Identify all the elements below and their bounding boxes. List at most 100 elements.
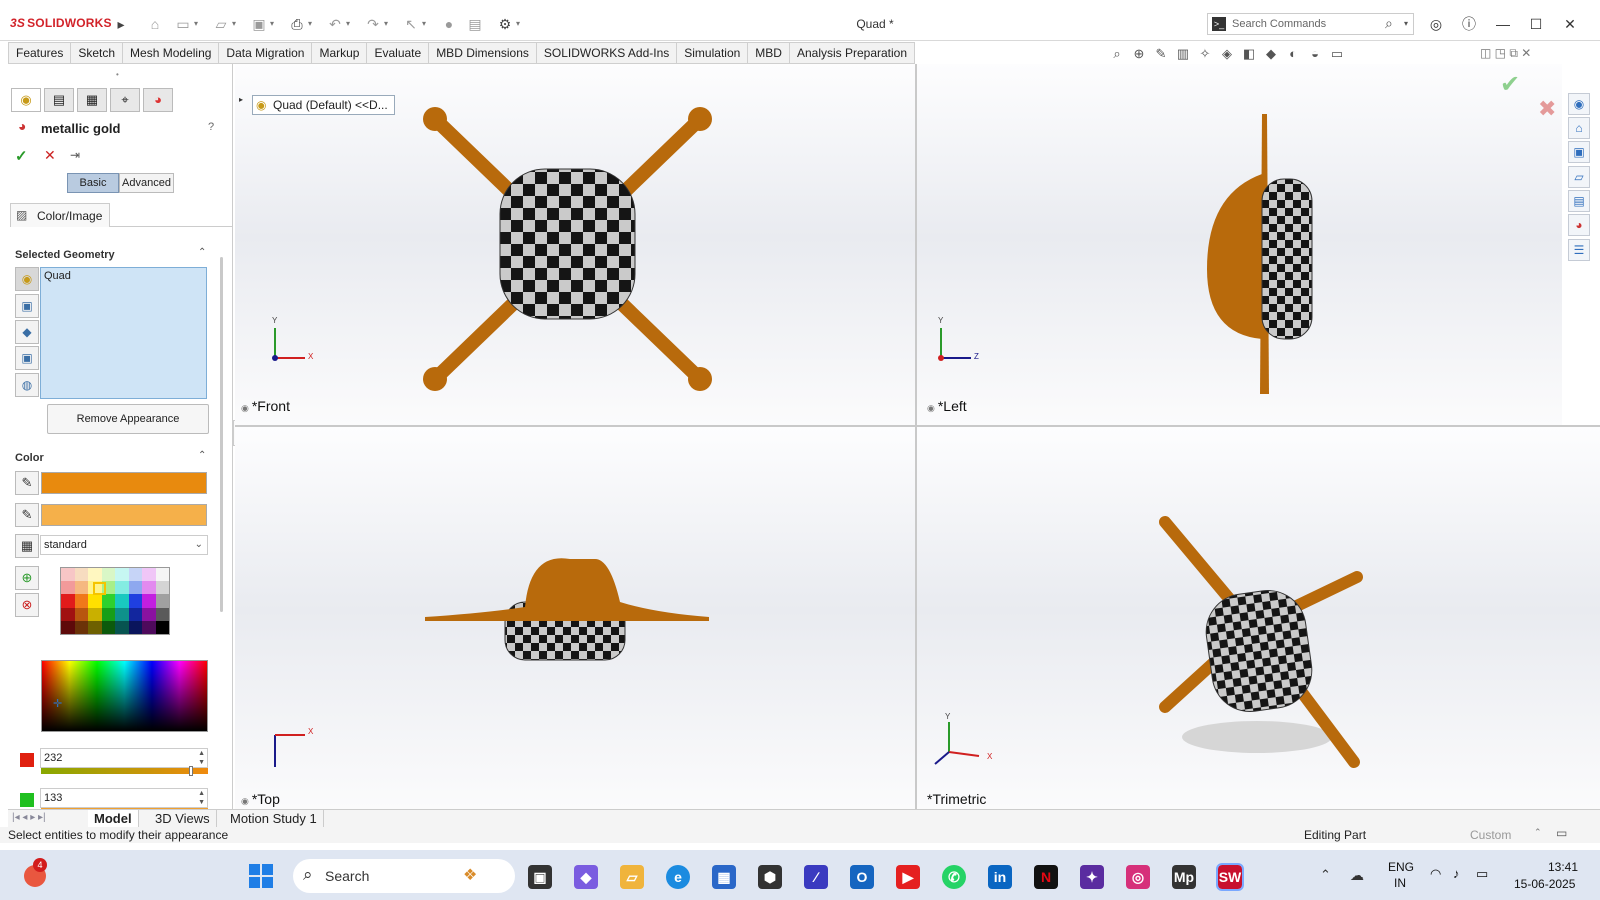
solidworks-logo[interactable]: 3S SOLIDWORKS	[10, 16, 112, 30]
netflix-icon[interactable]: N	[1034, 865, 1058, 889]
eye-icon[interactable]: ◉	[927, 403, 935, 413]
tab-model[interactable]: Model	[88, 810, 139, 828]
edge-browser-icon[interactable]: e	[666, 865, 690, 889]
remove-appearance-button[interactable]: Remove Appearance	[47, 404, 209, 434]
advanced-mode-tab[interactable]: Advanced	[119, 173, 174, 193]
tab-configuration[interactable]: ▦	[77, 88, 107, 112]
viewport-top[interactable]: X ◉ *Top	[235, 427, 915, 809]
wifi-icon[interactable]: ◠	[1430, 866, 1441, 882]
palette-swatch[interactable]	[142, 594, 156, 608]
tab-evaluate[interactable]: Evaluate	[367, 42, 430, 64]
hide-show-items-icon[interactable]: ◆	[1262, 45, 1280, 63]
palette-swatch[interactable]	[101, 594, 115, 608]
tab-display-manager[interactable]: ◕	[143, 88, 173, 112]
secondary-color-swatch[interactable]	[41, 504, 207, 526]
select-feature-button[interactable]: ▣	[15, 346, 39, 370]
edit-appearance-icon[interactable]: ◐	[1284, 45, 1302, 63]
tab-motion-study[interactable]: Motion Study 1	[224, 810, 324, 828]
palette-swatch[interactable]	[88, 568, 102, 582]
language-indicator[interactable]: ENG	[1388, 860, 1414, 874]
palette-swatch[interactable]	[101, 568, 115, 582]
palette-swatch[interactable]	[74, 568, 88, 582]
tab-mbd[interactable]: MBD	[748, 42, 790, 64]
select-face-button[interactable]: ◆	[15, 320, 39, 344]
spinner-icon[interactable]: ▲ ▼	[198, 749, 205, 767]
view-orientation-icon[interactable]: ◈	[1218, 45, 1236, 63]
help-icon[interactable]: ?	[208, 121, 214, 133]
home-icon[interactable]: ⌂	[1568, 117, 1590, 139]
palette-swatch[interactable]	[101, 620, 115, 634]
palette-swatch[interactable]	[128, 581, 142, 595]
secondary-eyedropper-button[interactable]: ✎	[15, 503, 39, 527]
math-app-icon[interactable]: ∕	[804, 865, 828, 889]
tab-feature-tree[interactable]: ◉	[11, 88, 41, 112]
list-item[interactable]: Quad	[44, 270, 71, 282]
tab-solidworks-add-ins[interactable]: SOLIDWORKS Add-Ins	[536, 42, 678, 64]
custom-properties-icon[interactable]: ☰	[1568, 239, 1590, 261]
tab-analysis-preparation[interactable]: Analysis Preparation	[789, 42, 916, 64]
chevron-up-icon[interactable]: ⌃	[1320, 867, 1331, 883]
search-icon[interactable]: ⌕	[1385, 15, 1393, 32]
copilot-icon[interactable]: ◆	[574, 865, 598, 889]
youtube-icon[interactable]: ▶	[896, 865, 920, 889]
battery-icon[interactable]: ▭	[1476, 866, 1488, 882]
unit-system[interactable]: Custom	[1470, 828, 1511, 842]
palette-swatch[interactable]	[88, 607, 102, 621]
display-style-icon[interactable]: ◧	[1240, 45, 1258, 63]
previous-view-icon[interactable]: ✎	[1152, 45, 1170, 63]
palette-swatch[interactable]	[74, 620, 88, 634]
linkedin-icon[interactable]: in	[988, 865, 1012, 889]
palette-swatch[interactable]	[142, 620, 156, 634]
palette-swatch[interactable]	[155, 594, 169, 608]
palette-swatch[interactable]	[74, 607, 88, 621]
green-value-input[interactable]: 133 ▲ ▼	[40, 788, 208, 808]
maximize-button[interactable]: ☐	[1525, 14, 1547, 34]
spectrum-crosshair[interactable]: ✛	[53, 697, 62, 710]
palette-swatch[interactable]	[101, 607, 115, 621]
tab-data-migration[interactable]: Data Migration	[219, 42, 313, 64]
region-indicator[interactable]: IN	[1394, 876, 1406, 890]
palette-swatch[interactable]	[155, 581, 169, 595]
task-view-icon[interactable]: ▣	[528, 865, 552, 889]
ok-check-icon[interactable]: ✓	[15, 147, 28, 165]
panel-splitter-handle[interactable]: •	[116, 70, 119, 79]
palette-swatch[interactable]	[115, 568, 129, 582]
home-icon[interactable]: ⌂	[146, 15, 164, 33]
dynamic-annotation-icon[interactable]: ✧	[1196, 45, 1214, 63]
clock-time[interactable]: 13:41	[1548, 860, 1578, 874]
appearances-scenes-icon[interactable]: ◕	[1568, 214, 1590, 236]
eye-icon[interactable]: ◉	[241, 403, 249, 413]
palette-swatch[interactable]	[115, 620, 129, 634]
selected-geometry-list[interactable]: Quad	[40, 267, 207, 399]
palette-swatch[interactable]	[115, 607, 129, 621]
palette-swatch[interactable]	[88, 594, 102, 608]
options-gear-icon[interactable]: ⚙	[496, 15, 514, 33]
section-view-icon[interactable]: ▥	[1174, 45, 1192, 63]
palette-button[interactable]: ▦	[15, 534, 39, 558]
design-library-icon[interactable]: ▣	[1568, 141, 1590, 163]
zoom-to-area-icon[interactable]: ⊕	[1130, 45, 1148, 63]
save-icon[interactable]: ▣	[250, 15, 268, 33]
volume-icon[interactable]: ♪	[1453, 866, 1460, 881]
palette-swatch[interactable]	[61, 607, 75, 621]
color-image-tab[interactable]: ▨ Color/Image	[10, 203, 110, 227]
select-body-button[interactable]: ▣	[15, 294, 39, 318]
rebuild-icon[interactable]: ●	[440, 15, 458, 33]
expand-tree-icon[interactable]: ▸	[239, 95, 243, 104]
red-slider-thumb[interactable]	[189, 766, 194, 776]
palette-swatch[interactable]	[155, 620, 169, 634]
palette-swatch[interactable]	[74, 581, 88, 595]
red-slider-track[interactable]	[41, 768, 208, 774]
palette-swatch[interactable]	[128, 568, 142, 582]
confirm-corner-ok-icon[interactable]: ✔	[1500, 70, 1520, 99]
primary-color-swatch[interactable]	[41, 472, 207, 494]
tab-features[interactable]: Features	[8, 42, 72, 64]
color-spectrum-picker[interactable]	[41, 660, 208, 732]
palette-swatch[interactable]	[128, 607, 142, 621]
creative-app-icon[interactable]: ✦	[1080, 865, 1104, 889]
chevron-up-icon[interactable]: ⌃	[198, 450, 206, 461]
feature-tree-flyout[interactable]: ◉ Quad (Default) <<D...	[252, 95, 395, 115]
media-player-icon[interactable]: Mp	[1172, 865, 1196, 889]
select-part-button[interactable]: ◉	[15, 267, 39, 291]
tab-dimxpert[interactable]: ⌖	[110, 88, 140, 112]
